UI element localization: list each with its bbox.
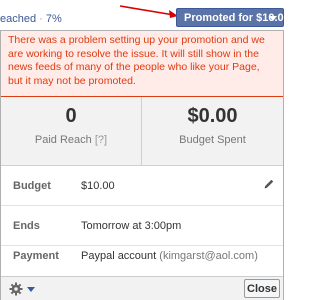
paid-reach-label: Paid Reach <box>34 134 92 146</box>
reach-summary: eached · 7% <box>0 13 62 25</box>
chevron-down-icon <box>269 16 277 21</box>
promotion-panel: There was a problem setting up your prom… <box>0 30 284 300</box>
ends-value: Tomorrow at 3:00pm <box>81 220 182 232</box>
budget-row: Budget $10.00 <box>1 166 283 206</box>
settings-dropdown-chevron-icon[interactable] <box>27 287 35 292</box>
gear-icon[interactable] <box>9 282 23 296</box>
budget-spent-value: $0.00 <box>187 105 238 127</box>
stats-section: 0 Paid Reach [?] $0.00 Budget Spent <box>1 97 283 166</box>
promoted-for-button[interactable]: Promoted for $10.00 <box>176 8 290 27</box>
paid-reach-help-link[interactable]: [?] <box>95 134 107 146</box>
paid-reach-caption: Paid Reach [?] <box>1 134 141 146</box>
close-button[interactable]: Close <box>244 279 280 298</box>
budget-spent-label: Budget Spent <box>179 134 246 146</box>
top-bar: eached · 7% Promoted for $10.00 <box>0 0 290 34</box>
payment-value-wrap: Paypal account (kimgarst@aol.com) <box>81 250 258 262</box>
reach-label[interactable]: eached <box>0 13 36 25</box>
paid-reach-value: 0 <box>65 105 77 127</box>
payment-value: Paypal account <box>81 250 157 262</box>
panel-footer: Close <box>1 276 283 300</box>
budget-label: Budget <box>13 180 51 192</box>
budget-spent-stat: $0.00 Budget Spent <box>142 97 283 166</box>
payment-label: Payment <box>13 250 59 262</box>
annotation-arrow <box>119 5 178 18</box>
reach-percent: 7% <box>45 13 62 25</box>
separator: · <box>39 13 43 25</box>
error-message: There was a problem setting up your prom… <box>1 31 283 97</box>
pencil-icon[interactable] <box>263 178 275 190</box>
paid-reach-stat: 0 Paid Reach [?] <box>1 97 142 166</box>
ends-label: Ends <box>13 220 40 232</box>
payment-row: Payment Paypal account (kimgarst@aol.com… <box>1 236 283 276</box>
payment-email: (kimgarst@aol.com) <box>159 250 258 262</box>
budget-value: $10.00 <box>81 180 115 192</box>
